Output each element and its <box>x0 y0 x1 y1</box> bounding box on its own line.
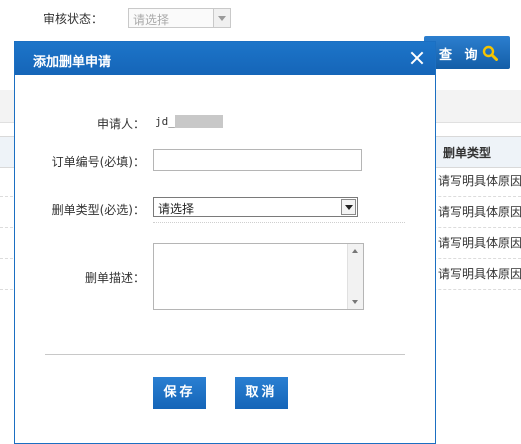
status-label: 审核状态： <box>43 12 104 26</box>
table-cell: 请写明具体原因 <box>438 236 521 250</box>
applicant-label: 申请人： <box>96 117 145 131</box>
status-select-value: 请选择 <box>133 13 170 27</box>
column-header-delete-type: 删单类型 <box>443 146 492 160</box>
table-cell: 请写明具体原因 <box>438 174 521 188</box>
search-icon <box>482 45 498 61</box>
textarea-scrollbar[interactable] <box>347 244 363 309</box>
delete-type-select-value: 请选择 <box>158 202 195 216</box>
chevron-down-icon <box>213 9 230 27</box>
redacted-block <box>175 115 223 128</box>
filter-bar: 审核状态： 请选择 <box>0 0 521 40</box>
delete-type-select[interactable]: 请选择 <box>153 197 358 217</box>
order-number-label: 订单编号(必填)： <box>51 155 145 169</box>
description-textarea[interactable] <box>153 243 364 310</box>
query-button-label: 查 询 <box>439 48 482 63</box>
dialog-header: 添加删单申请 <box>15 42 435 75</box>
table-cell: 请写明具体原因 <box>438 205 521 219</box>
applicant-value: jd_ <box>155 115 175 128</box>
query-button[interactable]: 查 询 <box>424 36 510 69</box>
scroll-down-icon[interactable] <box>352 300 358 304</box>
save-button[interactable]: 保存 <box>153 377 206 409</box>
close-icon[interactable] <box>407 48 427 68</box>
dialog-title: 添加删单申请 <box>33 55 112 70</box>
footer-divider <box>45 354 405 355</box>
dotted-divider <box>153 222 405 223</box>
scroll-up-icon[interactable] <box>352 249 358 253</box>
status-select[interactable]: 请选择 <box>128 8 231 28</box>
description-label: 删单描述： <box>84 271 145 285</box>
chevron-down-icon[interactable] <box>341 199 356 215</box>
order-number-input[interactable] <box>153 149 362 171</box>
table-cell: 请写明具体原因 <box>438 267 521 281</box>
add-delete-request-dialog: 添加删单申请 申请人： jd_ 订单编号(必填)： 删单类型(必选)： 请选择 … <box>14 41 436 444</box>
cancel-button[interactable]: 取消 <box>235 377 288 409</box>
delete-type-label: 删单类型(必选)： <box>51 203 145 217</box>
